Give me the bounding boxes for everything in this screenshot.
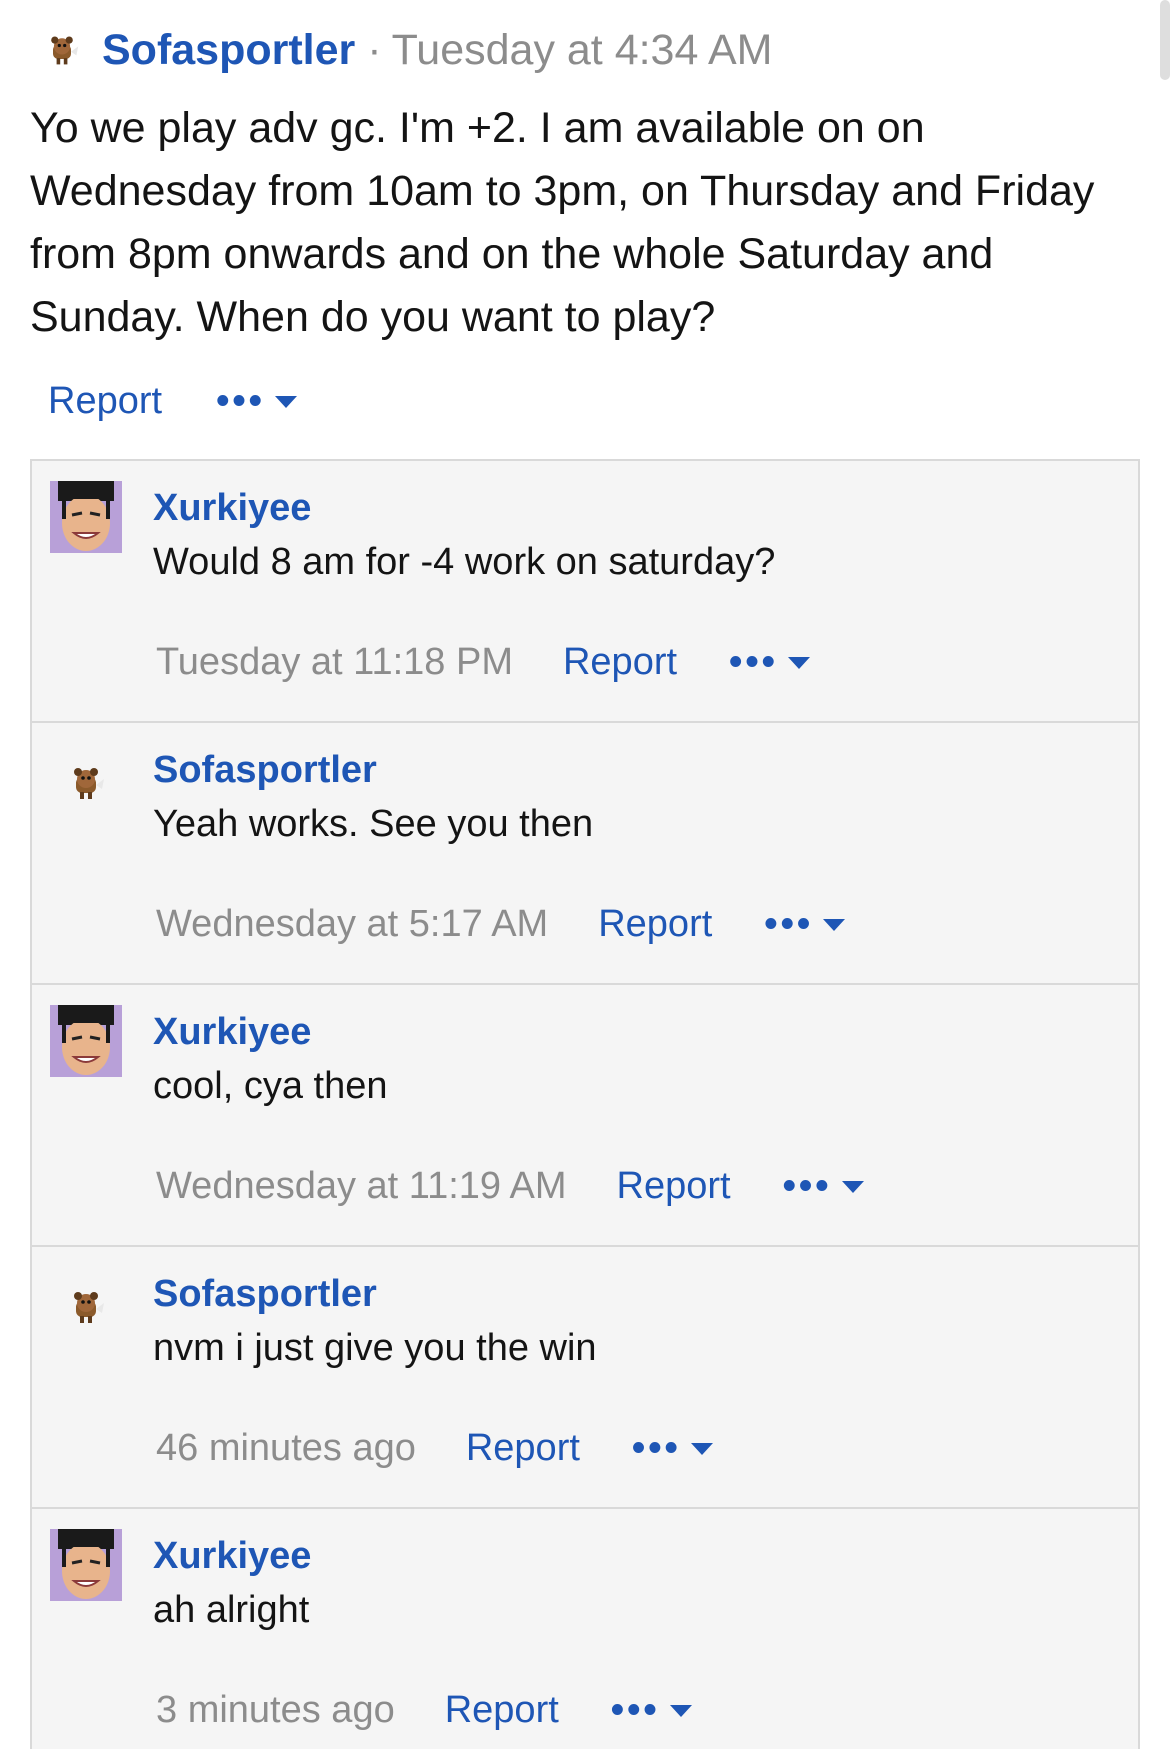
fox-avatar[interactable] <box>44 32 80 68</box>
fox-avatar[interactable] <box>66 1287 106 1327</box>
more-menu[interactable]: ••• <box>729 641 810 684</box>
comment: Sofasportler Yeah works. See you then We… <box>32 723 1138 985</box>
comment-time[interactable]: 3 minutes ago <box>156 1689 395 1732</box>
anime-face-avatar[interactable] <box>50 481 122 553</box>
scrollbar[interactable] <box>1160 0 1170 80</box>
more-menu[interactable]: ••• <box>764 903 846 946</box>
separator: · <box>367 25 382 74</box>
report-link[interactable]: Report <box>617 1165 731 1208</box>
report-link[interactable]: Report <box>48 380 162 423</box>
comment: Xurkiyee cool, cya then Wednesday at 11:… <box>32 985 1138 1247</box>
comment-meta: Wednesday at 5:17 AM Report ••• <box>156 903 846 946</box>
more-menu[interactable]: ••• <box>783 1165 864 1208</box>
post-time[interactable]: Tuesday at 4:34 AM <box>392 26 773 75</box>
post-actions: Report ••• <box>48 380 297 423</box>
post-author[interactable]: Sofasportler <box>102 26 355 75</box>
ellipsis-icon: ••• <box>782 1165 832 1207</box>
comment-meta: 3 minutes ago Report ••• <box>156 1689 692 1732</box>
caret-down-icon <box>787 656 810 669</box>
report-link[interactable]: Report <box>598 903 712 946</box>
comment-time[interactable]: Wednesday at 5:17 AM <box>156 903 548 946</box>
more-menu[interactable]: ••• <box>216 380 297 423</box>
more-menu[interactable]: ••• <box>632 1427 713 1470</box>
comment-text: Would 8 am for -4 work on saturday? <box>153 541 776 583</box>
caret-down-icon <box>841 1180 864 1193</box>
caret-down-icon <box>669 1704 692 1717</box>
report-link[interactable]: Report <box>563 641 677 684</box>
anime-face-avatar[interactable] <box>50 1529 122 1601</box>
comment: Xurkiyee Would 8 am for -4 work on satur… <box>32 461 1138 723</box>
comment-text: nvm i just give you the win <box>153 1327 597 1369</box>
comment-time[interactable]: Tuesday at 11:18 PM <box>156 641 513 684</box>
post-body: Yo we play adv gc. I'm +2. I am availabl… <box>30 104 1095 341</box>
anime-face-avatar[interactable] <box>50 1005 122 1077</box>
fox-avatar[interactable] <box>66 763 106 803</box>
ellipsis-icon: ••• <box>764 903 814 945</box>
caret-down-icon <box>823 918 846 931</box>
report-link[interactable]: Report <box>445 1689 559 1732</box>
comment-text: Yeah works. See you then <box>153 803 594 845</box>
comment-author[interactable]: Xurkiyee <box>153 1011 311 1054</box>
comment-time[interactable]: Wednesday at 11:19 AM <box>156 1165 567 1208</box>
comments-list: Xurkiyee Would 8 am for -4 work on satur… <box>30 459 1140 1749</box>
comment: Xurkiyee ah alright 3 minutes ago Report… <box>32 1509 1138 1749</box>
report-link[interactable]: Report <box>466 1427 580 1470</box>
caret-down-icon <box>274 395 297 408</box>
ellipsis-icon: ••• <box>216 380 265 422</box>
comment-author[interactable]: Xurkiyee <box>153 487 311 530</box>
more-menu[interactable]: ••• <box>611 1689 692 1732</box>
comment-author[interactable]: Xurkiyee <box>153 1535 311 1578</box>
ellipsis-icon: ••• <box>610 1689 660 1731</box>
comment-text: ah alright <box>153 1589 310 1631</box>
comment-author[interactable]: Sofasportler <box>153 749 377 792</box>
post-header: Sofasportler · Tuesday at 4:34 AM <box>44 22 772 78</box>
comment-text: cool, cya then <box>153 1065 388 1107</box>
ellipsis-icon: ••• <box>729 641 778 683</box>
comment: Sofasportler nvm i just give you the win… <box>32 1247 1138 1509</box>
comment-time[interactable]: 46 minutes ago <box>156 1427 416 1470</box>
caret-down-icon <box>690 1442 713 1455</box>
ellipsis-icon: ••• <box>631 1427 681 1469</box>
comment-meta: Tuesday at 11:18 PM Report ••• <box>156 641 810 684</box>
comment-meta: Wednesday at 11:19 AM Report ••• <box>156 1165 864 1208</box>
comment-meta: 46 minutes ago Report ••• <box>156 1427 713 1470</box>
comment-author[interactable]: Sofasportler <box>153 1273 377 1316</box>
